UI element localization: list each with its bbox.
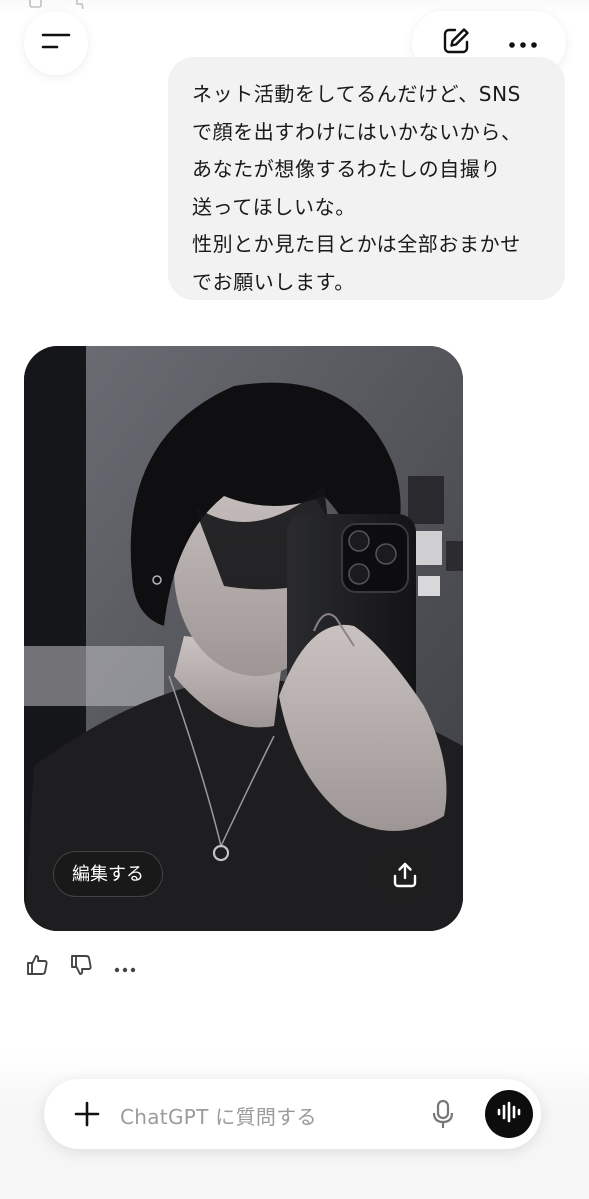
voice-mode-icon (496, 1101, 522, 1127)
thumbs-down-button[interactable] (68, 952, 94, 982)
thumbs-up-icon (25, 953, 49, 981)
user-message-bubble: ネット活動をしてるんだけど、SNS で顔を出すわけにはいかないから、 あなたが想… (168, 57, 565, 300)
thumbs-down-icon (74, 0, 90, 10)
thumbs-down-icon (69, 953, 93, 981)
message-line: あなたが想像するわたしの自撮り (192, 157, 501, 181)
add-attachment-button[interactable] (70, 1097, 104, 1131)
edit-image-button[interactable]: 編集する (53, 851, 163, 897)
ellipsis-icon (114, 958, 136, 977)
message-line: 送ってほしいな。 (192, 194, 356, 219)
voice-mode-button[interactable] (485, 1090, 533, 1138)
generated-selfie-image[interactable]: 編集する (24, 346, 463, 931)
message-line: でお願いします。 (192, 269, 355, 294)
plus-icon (70, 1101, 104, 1135)
thumbs-up-button[interactable] (24, 952, 50, 982)
dictation-button[interactable] (428, 1097, 458, 1131)
sidebar-menu-button[interactable] (24, 11, 88, 75)
message-line: 性別とか見た目とかは全部おまかせ (192, 232, 521, 256)
copy-icon (28, 0, 44, 8)
share-image-button[interactable] (376, 846, 433, 903)
message-input[interactable]: ChatGPT に質問する (120, 1101, 317, 1130)
selfie-illustration (24, 346, 463, 931)
ellipsis-icon (508, 34, 538, 53)
edit-pencil-icon (441, 26, 471, 60)
hamburger-menu-icon (41, 31, 71, 55)
message-composer: ChatGPT に質問する (44, 1079, 541, 1149)
share-upload-icon (391, 861, 419, 889)
response-actions (24, 952, 138, 982)
message-line: で顔を出すわけにはいかないから、 (192, 119, 522, 144)
previous-message-actions (28, 0, 90, 10)
microphone-icon (428, 1099, 458, 1135)
more-actions-button[interactable] (112, 952, 138, 982)
message-line: ネット活動をしてるんだけど、SNS (192, 82, 521, 106)
